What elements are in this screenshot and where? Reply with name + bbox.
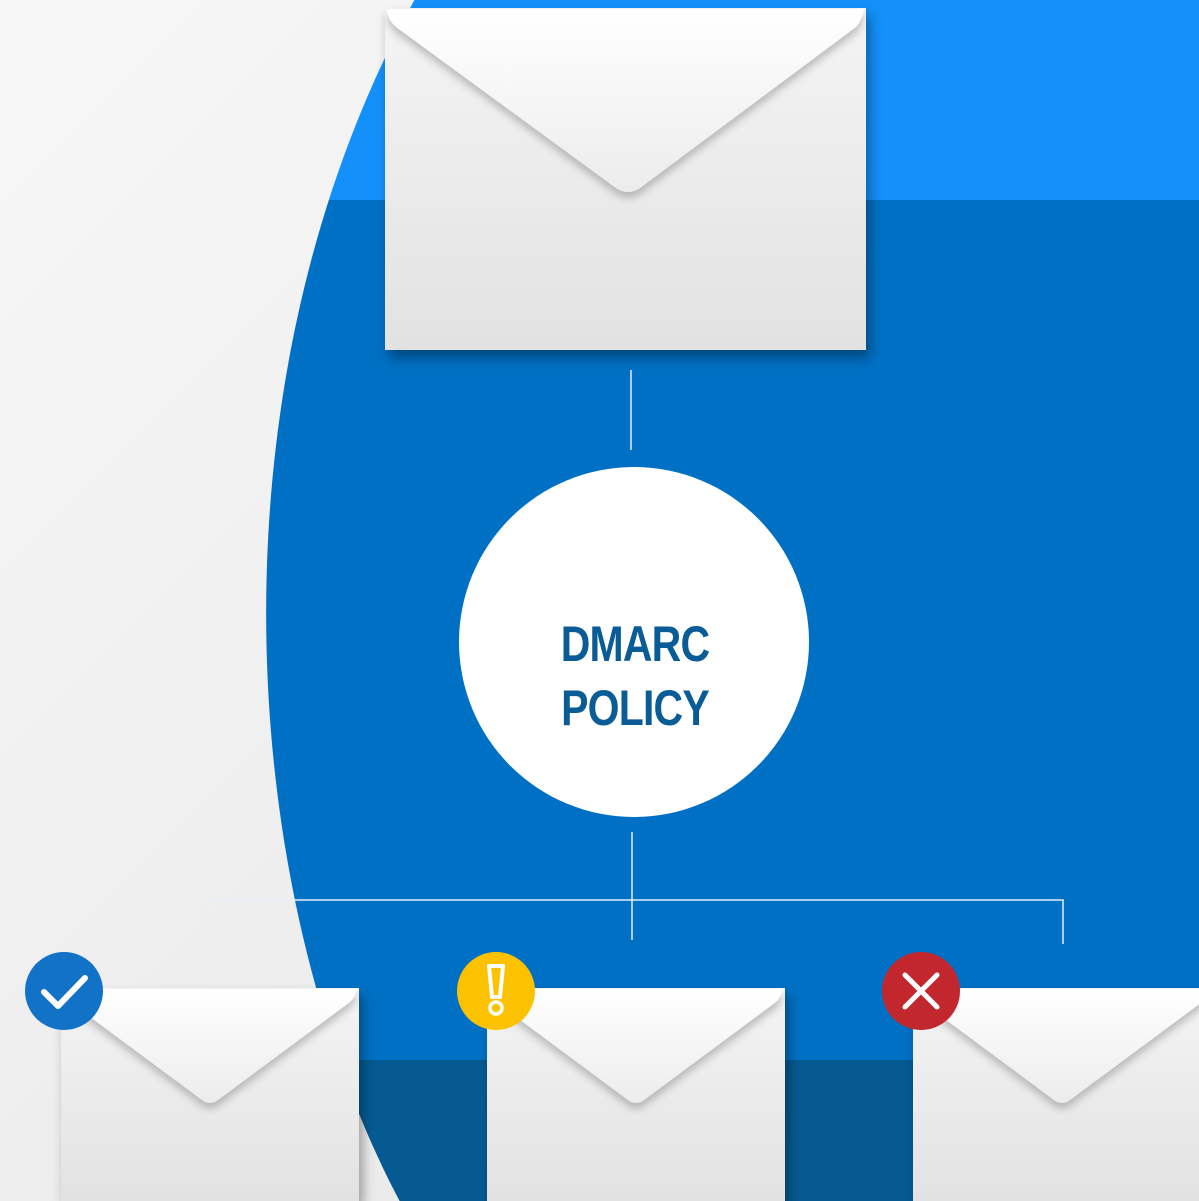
check-icon xyxy=(25,952,103,1030)
quarantine-envelope-icon xyxy=(487,988,785,1201)
reject-envelope-icon xyxy=(913,988,1199,1201)
x-icon xyxy=(882,952,960,1030)
dmarc-diagram xyxy=(0,0,1199,1201)
policy-title: DMARC POLICY xyxy=(560,616,710,736)
exclamation-icon xyxy=(457,952,535,1030)
pass-envelope-icon xyxy=(61,988,359,1201)
